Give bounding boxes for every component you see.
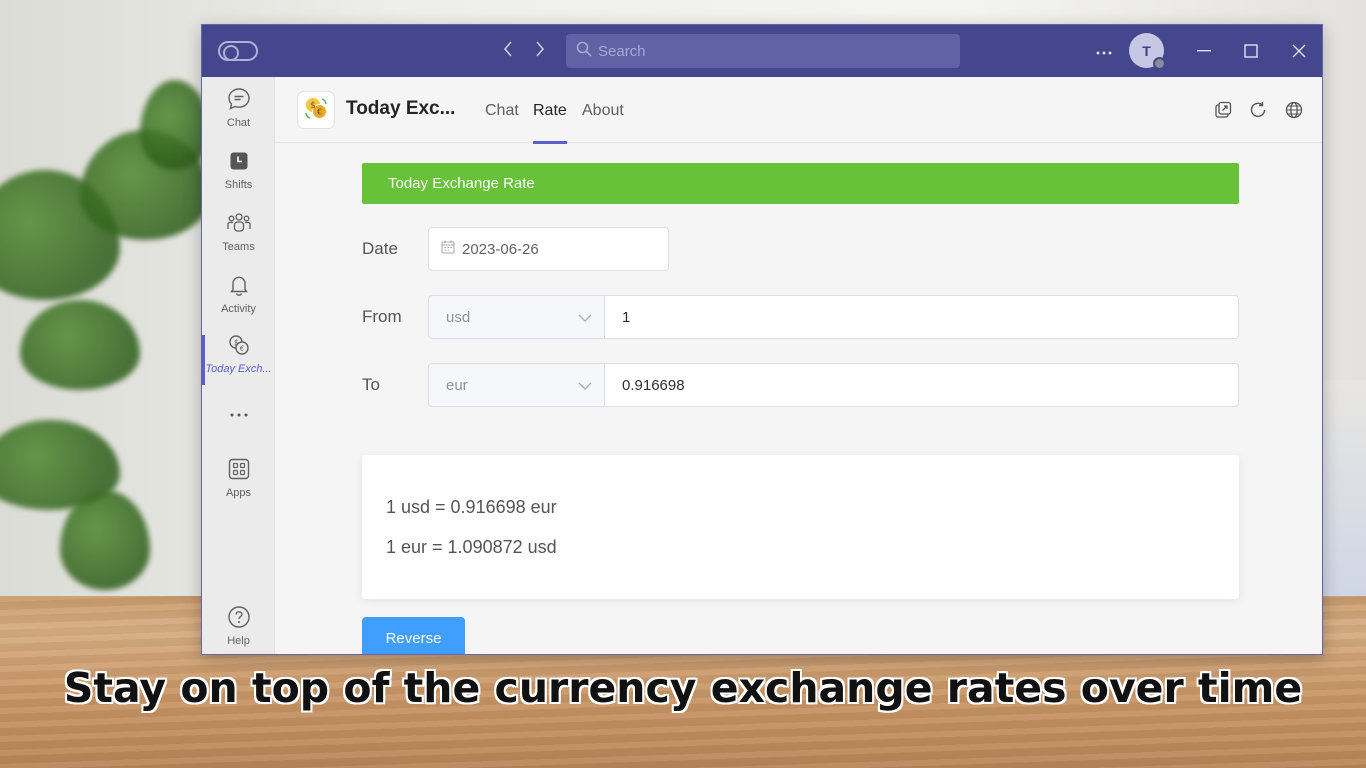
chevron-down-icon (578, 377, 592, 394)
more-options-icon[interactable] (1092, 37, 1116, 61)
date-value: 2023-06-26 (462, 240, 539, 258)
calendar-icon (441, 240, 462, 258)
teams-icon (226, 211, 252, 241)
title-bar: T (202, 25, 1322, 77)
tab-chat[interactable]: Chat (485, 102, 519, 120)
exchange-logo-icon: $ € (303, 95, 329, 126)
rail-item-label: Help (227, 635, 250, 647)
rail-item-today-exchange[interactable]: $ € Today Exch... (202, 333, 275, 389)
date-label: Date (362, 239, 398, 258)
help-icon (227, 605, 251, 635)
globe-icon[interactable] (1284, 100, 1304, 120)
promo-caption: Stay on top of the currency exchange rat… (63, 664, 1303, 712)
apps-grid-icon (227, 457, 251, 487)
tab-rate[interactable]: Rate (533, 102, 567, 144)
user-avatar[interactable]: T (1129, 33, 1166, 70)
svg-text:$: $ (233, 339, 237, 347)
to-label: To (362, 375, 380, 394)
search-bar[interactable] (566, 34, 960, 68)
rail-item-shifts[interactable]: Shifts (202, 149, 275, 205)
svg-text:€: € (238, 345, 244, 353)
from-currency-value: usd (446, 308, 471, 326)
svg-text:€: € (317, 107, 322, 116)
rail-item-label: Apps (225, 487, 252, 499)
rail-item-apps[interactable]: Apps (202, 457, 275, 513)
bell-icon (227, 273, 251, 303)
search-icon (576, 41, 598, 61)
rail-item-activity[interactable]: Activity (202, 273, 275, 329)
rail-item-label: Teams (222, 241, 255, 253)
teams-window: T Chat Shifts T (201, 24, 1323, 655)
result-line-reverse: 1 eur = 1.090872 usd (386, 537, 557, 557)
svg-text:$: $ (310, 101, 316, 111)
rail-item-chat[interactable]: Chat (202, 87, 275, 143)
reverse-button-label: Reverse (385, 630, 442, 647)
search-input[interactable] (598, 42, 938, 60)
new-teams-toggle[interactable] (218, 41, 258, 61)
popout-icon[interactable] (1213, 100, 1233, 120)
avatar-initial: T (1142, 42, 1151, 59)
app-title: Today Exc... (346, 98, 456, 119)
rail-item-teams[interactable]: Teams (202, 211, 275, 267)
banner-title: Today Exchange Rate (388, 175, 535, 192)
refresh-icon[interactable] (1248, 100, 1268, 120)
minimize-icon[interactable] (1192, 39, 1216, 63)
exchange-app-icon: $ € (227, 333, 251, 363)
close-icon[interactable] (1287, 39, 1311, 63)
to-amount-input[interactable]: 0.916698 (604, 363, 1239, 407)
result-card: 1 usd = 0.916698 eur 1 eur = 1.090872 us… (362, 455, 1239, 599)
rail-item-more[interactable] (202, 405, 275, 461)
back-arrow-icon[interactable] (498, 39, 518, 63)
presence-status-icon (1153, 57, 1166, 70)
date-picker[interactable]: 2023-06-26 (428, 227, 669, 271)
from-amount-value: 1 (622, 308, 631, 326)
rail-item-label: Shifts (224, 179, 253, 191)
more-icon (229, 405, 249, 431)
tab-about[interactable]: About (582, 102, 624, 120)
to-amount-value: 0.916698 (622, 376, 685, 394)
from-currency-select[interactable]: usd (428, 295, 605, 339)
maximize-icon[interactable] (1239, 39, 1263, 63)
chat-icon (227, 87, 251, 117)
app-logo: $ € (298, 92, 334, 128)
from-label: From (362, 307, 402, 326)
forward-arrow-icon[interactable] (530, 39, 550, 63)
page-title-banner: Today Exchange Rate (362, 163, 1239, 204)
chevron-down-icon (578, 309, 592, 326)
rail-item-label: Today Exch... (205, 363, 272, 375)
background-curtain (1322, 380, 1366, 598)
reverse-button[interactable]: Reverse (362, 617, 465, 654)
app-rail: Chat Shifts Teams Activity $ € Today Exch… (202, 77, 275, 654)
rail-item-label: Chat (226, 117, 251, 129)
rate-page: Today Exchange Rate Date 2023-06-26 From… (275, 143, 1322, 654)
rail-item-label: Activity (221, 303, 256, 315)
to-currency-value: eur (446, 376, 468, 394)
clock-icon (227, 149, 251, 179)
to-currency-select[interactable]: eur (428, 363, 605, 407)
rail-item-help[interactable]: Help (202, 605, 275, 654)
from-amount-input[interactable]: 1 (604, 295, 1239, 339)
result-line-forward: 1 usd = 0.916698 eur (386, 497, 557, 517)
app-header: $ € Today Exc... Chat Rate About (275, 77, 1322, 144)
